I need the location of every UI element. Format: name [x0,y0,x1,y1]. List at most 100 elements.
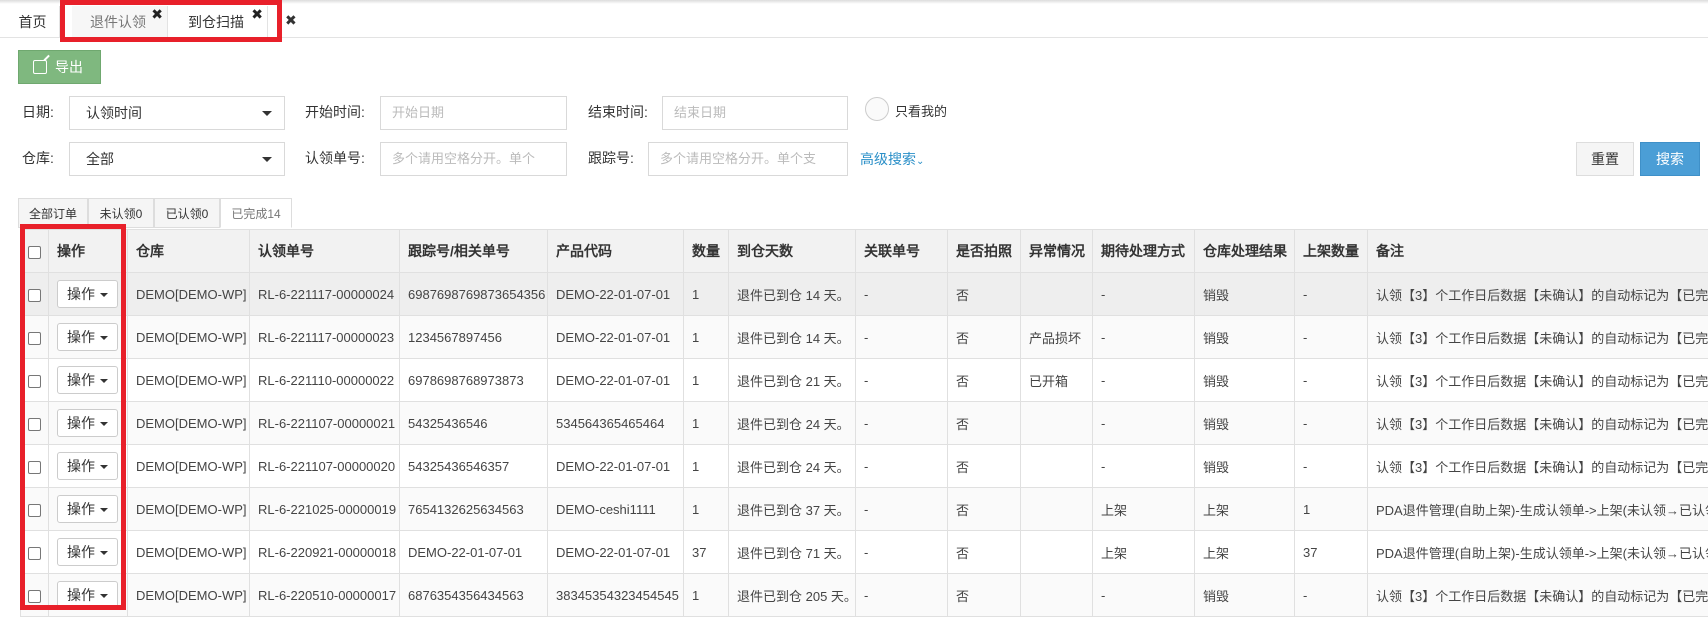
cell-qty: 1 [683,272,729,316]
action-dropdown-button[interactable]: 操作 [57,538,118,566]
cell-handling-result: 上架 [1194,487,1295,531]
action-label: 操作 [67,587,95,603]
action-dropdown-button[interactable]: 操作 [57,323,118,351]
end-date-input[interactable]: 结束日期 [662,96,848,130]
action-dropdown-button[interactable]: 操作 [57,495,118,523]
cell-expected-handling: 上架 [1092,487,1195,531]
row-checkbox[interactable] [28,417,41,431]
table-row[interactable]: 操作 DEMO[DEMO-WP] RL-6-220510-00000017 68763… [20,573,1708,617]
row-select-cell [20,358,49,402]
only-mine-toggle[interactable] [865,97,889,121]
date-type-value: 认领时间 [86,105,142,121]
cell-qty: 1 [683,401,729,445]
tab-all-orders[interactable]: 全部订单 [18,198,88,228]
row-checkbox[interactable] [28,589,41,603]
cell-handling-result: 上架 [1194,530,1295,574]
cell-photo: 否 [947,487,1021,531]
cell-claim-no: RL-6-220921-00000018 [249,530,400,574]
table-row[interactable]: 操作 DEMO[DEMO-WP] RL-6-221117-00000024 69876… [20,272,1708,316]
cell-days: 退件已到仓 14 天。 [728,272,856,316]
cell-claim-no: RL-6-221110-00000022 [249,358,400,402]
claim-no-input[interactable]: 多个请用空格分开。单个 [380,142,567,176]
date-label: 日期: [22,104,54,120]
row-checkbox[interactable] [28,374,41,388]
tracking-input[interactable]: 多个请用空格分开。单个支 [648,142,848,176]
returns-table: 操作 仓库 认领单号 跟踪号/相关单号 产品代码 数量 到仓天数 关联单号 是否… [20,229,1708,617]
cell-product-code: DEMO-22-01-07-01 [547,444,684,488]
header-action: 操作 [48,229,128,273]
tab-completed[interactable]: 已完成14 [220,198,292,228]
row-checkbox[interactable] [28,288,41,302]
table-row[interactable]: 操作 DEMO[DEMO-WP] RL-6-221117-00000023 12345… [20,315,1708,359]
cell-warehouse: DEMO[DEMO-WP] [127,530,250,574]
date-type-select[interactable]: 认领时间 [69,96,285,130]
cell-product-code: 534564365465464 [547,401,684,445]
cell-claim-no: RL-6-221107-00000020 [249,444,400,488]
cell-shelf-qty: - [1294,358,1368,402]
cell-product-code: DEMO-22-01-07-01 [547,315,684,359]
cell-days: 退件已到仓 71 天。 [728,530,856,574]
cell-product-code: DEMO-ceshi1111 [547,487,684,531]
row-checkbox[interactable] [28,546,41,560]
table-row[interactable]: 操作 DEMO[DEMO-WP] RL-6-221107-00000021 54325… [20,401,1708,445]
cell-qty: 1 [683,444,729,488]
cell-tracking: 6978698768973873 [399,358,548,402]
caret-down-icon [100,594,108,599]
export-label: 导出 [55,59,83,75]
tab-claimed[interactable]: 已认领0 [154,198,220,228]
row-checkbox[interactable] [28,503,41,517]
tab-home[interactable]: 首页 [6,6,60,38]
caret-down-icon [100,465,108,470]
warehouse-select[interactable]: 全部 [69,142,285,176]
only-mine-label: 只看我的 [895,104,948,119]
advanced-search-link[interactable]: 高级搜索⌄ [860,149,924,169]
cell-warehouse: DEMO[DEMO-WP] [127,358,250,402]
cell-qty: 1 [683,315,729,359]
action-dropdown-button[interactable]: 操作 [57,366,118,394]
table-row[interactable]: 操作 DEMO[DEMO-WP] RL-6-221107-00000020 54325… [20,444,1708,488]
close-all-tabs-icon[interactable]: ✖ [285,12,297,29]
cell-shelf-qty: - [1294,573,1368,617]
reset-button[interactable]: 重置 [1576,142,1634,176]
action-dropdown-button[interactable]: 操作 [57,280,118,308]
action-dropdown-button[interactable]: 操作 [57,409,118,437]
caret-down-icon [262,111,272,116]
cell-qty: 37 [683,530,729,574]
cell-related-no: - [855,272,948,316]
action-cell: 操作 [48,573,128,617]
cell-days: 退件已到仓 205 天。 [728,573,856,617]
cell-product-code: 38345354323454545 [547,573,684,617]
row-checkbox[interactable] [28,331,41,345]
cell-handling-result: 销毁 [1194,315,1295,359]
cell-related-no: - [855,444,948,488]
warehouse-value: 全部 [86,151,114,167]
caret-down-icon [100,336,108,341]
export-button[interactable]: 导出 [18,50,101,84]
cell-expected-handling: - [1092,315,1195,359]
start-time-label: 开始时间: [305,104,365,120]
table-row[interactable]: 操作 DEMO[DEMO-WP] RL-6-220921-00000018 DEMO-… [20,530,1708,574]
cell-photo: 否 [947,573,1021,617]
action-dropdown-button[interactable]: 操作 [57,452,118,480]
row-checkbox[interactable] [28,460,41,474]
cell-photo: 否 [947,272,1021,316]
cell-claim-no: RL-6-221025-00000019 [249,487,400,531]
action-cell: 操作 [48,401,128,445]
action-dropdown-button[interactable]: 操作 [57,581,118,609]
cell-remark: 认领【3】个工作日后数据【未确认】的自动标记为【已完成】 [1367,573,1708,617]
cell-remark: PDA退件管理(自助上架)-生成认领单->上架(未认领→已认领) [1367,487,1708,531]
cell-remark: 认领【3】个工作日后数据【未确认】的自动标记为【已完成】 [1367,358,1708,402]
cell-handling-result: 销毁 [1194,573,1295,617]
table-row[interactable]: 操作 DEMO[DEMO-WP] RL-6-221025-00000019 76541… [20,487,1708,531]
search-button[interactable]: 搜索 [1640,142,1700,176]
cell-related-no: - [855,358,948,402]
table-row[interactable]: 操作 DEMO[DEMO-WP] RL-6-221110-00000022 69786… [20,358,1708,402]
cell-photo: 否 [947,358,1021,402]
select-all-checkbox[interactable] [28,245,41,259]
cell-tracking: DEMO-22-01-07-01 [399,530,548,574]
action-cell: 操作 [48,315,128,359]
start-date-input[interactable]: 开始日期 [380,96,567,130]
tab-unclaimed[interactable]: 未认领0 [88,198,154,228]
tracking-label: 跟踪号: [588,150,634,166]
end-time-label: 结束时间: [588,104,648,120]
